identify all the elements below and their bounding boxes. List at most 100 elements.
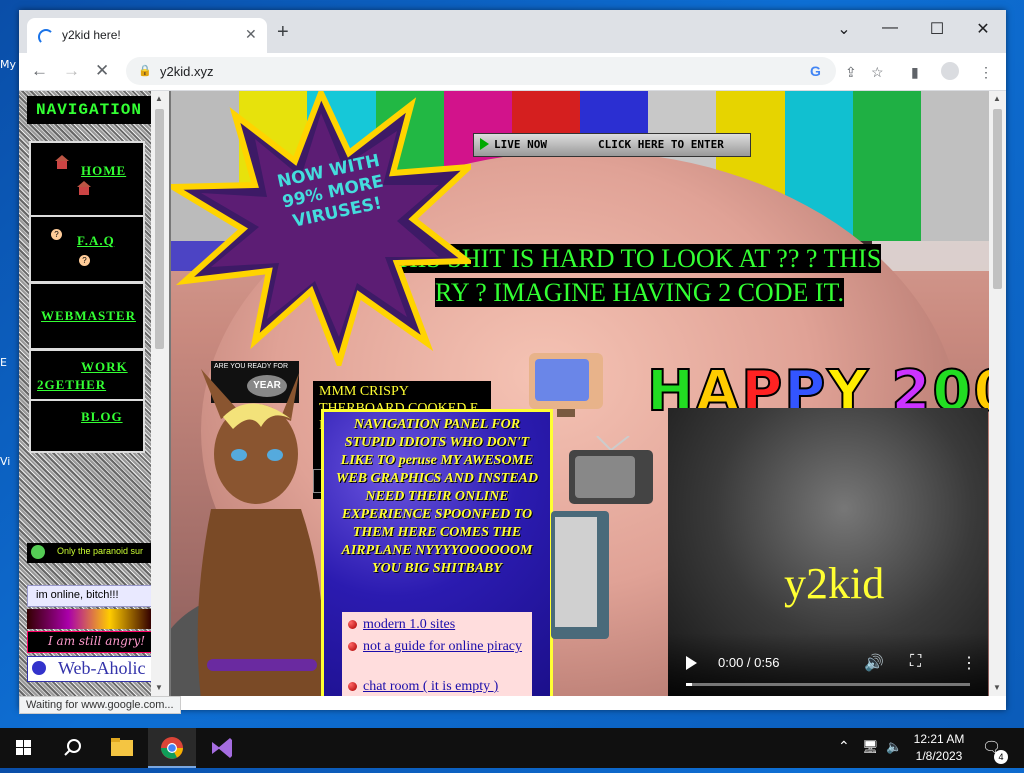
question-icon: ? bbox=[51, 229, 62, 240]
chrome-taskbar-button[interactable] bbox=[148, 728, 196, 768]
tab-search-icon[interactable]: ⌄ bbox=[829, 19, 859, 39]
character-waistband bbox=[207, 659, 317, 671]
loading-spinner-icon bbox=[38, 29, 54, 45]
click-enter-label[interactable]: CLICK HERE TO ENTER bbox=[598, 138, 724, 151]
google-icon[interactable]: G bbox=[810, 63, 821, 79]
profile-avatar-icon[interactable] bbox=[941, 62, 959, 80]
close-tab-icon[interactable]: ✕ bbox=[245, 26, 257, 43]
search-icon bbox=[64, 739, 81, 756]
panel-link-list: modern 1.0 sites not a guide for online … bbox=[342, 612, 532, 696]
nav-item-work2gether[interactable]: WORK 2GETHER bbox=[29, 349, 145, 399]
scrollbar-thumb[interactable] bbox=[155, 109, 164, 349]
bullet-icon bbox=[348, 682, 357, 691]
live-now-label: LIVE NOW bbox=[494, 138, 547, 151]
taskbar: ⌃ 🖥 🔈 12:21 AM 1/8/2023 🗨 4 bbox=[0, 728, 1024, 768]
visual-studio-icon bbox=[212, 738, 232, 758]
video-progress-bar[interactable] bbox=[686, 683, 970, 686]
network-icon[interactable]: 🖥 bbox=[862, 739, 879, 755]
webaholic-badge[interactable]: Web-Aholic bbox=[27, 656, 153, 682]
stop-loading-icon[interactable]: ✕ bbox=[95, 61, 109, 81]
navigation-frame: NAVIGATION HOME ? F.A.Q ? WEBMASTER WORK… bbox=[19, 91, 169, 696]
web-page: NAVIGATION HOME ? F.A.Q ? WEBMASTER WORK… bbox=[19, 91, 1006, 696]
nav-item-home[interactable]: HOME bbox=[29, 141, 145, 217]
scrollbar-thumb[interactable] bbox=[993, 109, 1002, 289]
badge-text: I am still angry! bbox=[48, 634, 146, 648]
play-icon[interactable] bbox=[686, 656, 697, 670]
nav-item-faq[interactable]: ? F.A.Q ? bbox=[29, 215, 145, 283]
flashy-badge[interactable] bbox=[27, 609, 151, 629]
browser-tab[interactable]: y2kid here! ✕ bbox=[27, 18, 267, 53]
close-window-button[interactable]: ✕ bbox=[968, 19, 998, 39]
volume-icon[interactable]: 🔊 bbox=[864, 653, 884, 673]
nav-item-label[interactable]: HOME bbox=[81, 163, 126, 179]
video-time: 0:00 / 0:56 bbox=[718, 655, 780, 670]
more-menu-icon[interactable]: ⋮ bbox=[979, 64, 993, 81]
headline-line: RY ? IMAGINE HAVING 2 CODE IT. bbox=[435, 278, 844, 307]
new-tab-button[interactable]: + bbox=[277, 22, 289, 42]
back-button[interactable]: ← bbox=[31, 61, 48, 81]
badge-text: Only the paranoid sur bbox=[57, 546, 144, 556]
nav-item-label[interactable]: 2GETHER bbox=[37, 377, 106, 393]
nav-item-label[interactable]: BLOG bbox=[81, 409, 123, 425]
browser-toolbar: ← → ✕ 🔒 y2kid.xyz G ⇪ ☆ ▮ ⋮ bbox=[19, 53, 1006, 91]
tab-title: y2kid here! bbox=[62, 28, 121, 42]
online-badge[interactable]: im online, bitch!!! bbox=[27, 585, 153, 607]
video-progress-fill bbox=[686, 683, 692, 686]
alien-icon bbox=[31, 545, 45, 559]
clock-time: 12:21 AM bbox=[913, 732, 965, 746]
chrome-icon bbox=[161, 737, 183, 759]
nav-item-label[interactable]: F.A.Q bbox=[77, 233, 115, 249]
page-scrollbar[interactable]: ▲ ▼ bbox=[989, 91, 1006, 696]
forward-button[interactable]: → bbox=[63, 61, 80, 81]
nav-item-label[interactable]: WORK bbox=[81, 359, 128, 375]
url-text[interactable]: y2kid.xyz bbox=[160, 64, 213, 79]
speaker-icon[interactable]: 🔈 bbox=[886, 739, 902, 755]
tab-strip: y2kid here! ✕ + ⌄ — ☐ ✕ bbox=[19, 10, 1006, 53]
scroll-down-icon[interactable]: ▼ bbox=[155, 683, 163, 692]
desktop-icon-label: E bbox=[0, 356, 7, 369]
nav-item-webmaster[interactable]: WEBMASTER bbox=[29, 282, 145, 350]
side-panel-icon[interactable]: ▮ bbox=[911, 64, 919, 81]
video-player[interactable]: y2kid 0:00 / 0:56 🔊 ⛶ ⋮ bbox=[668, 408, 988, 696]
badge-text: Web-Aholic bbox=[58, 658, 146, 678]
folder-icon bbox=[111, 738, 133, 756]
panel-link-text[interactable]: modern 1.0 sites bbox=[363, 616, 455, 634]
panel-link-text[interactable]: not a guide for online piracy bbox=[363, 638, 523, 656]
visual-studio-button[interactable] bbox=[198, 728, 246, 768]
minimize-button[interactable]: — bbox=[875, 19, 905, 37]
scroll-up-icon[interactable]: ▲ bbox=[993, 94, 1001, 103]
scroll-down-icon[interactable]: ▼ bbox=[993, 683, 1001, 692]
left-frame-scrollbar[interactable]: ▲ ▼ bbox=[151, 91, 169, 696]
navigation-panel: NAVIGATION PANEL FOR STUPID IDIOTS WHO D… bbox=[321, 409, 553, 696]
question-icon: ? bbox=[79, 255, 90, 266]
more-options-icon[interactable]: ⋮ bbox=[961, 653, 977, 673]
panel-link-text[interactable]: chat room ( it is empty ) bbox=[363, 678, 498, 696]
scroll-up-icon[interactable]: ▲ bbox=[155, 94, 163, 103]
paranoid-badge[interactable]: Only the paranoid sur bbox=[27, 543, 151, 563]
character-ear bbox=[281, 373, 299, 421]
nav-item-blog[interactable]: BLOG bbox=[29, 399, 145, 453]
file-explorer-button[interactable] bbox=[98, 728, 146, 768]
taskbar-clock[interactable]: 12:21 AM 1/8/2023 bbox=[908, 731, 970, 765]
lock-icon[interactable]: 🔒 bbox=[138, 64, 152, 77]
share-icon[interactable]: ⇪ bbox=[845, 64, 857, 81]
live-now-button[interactable]: LIVE NOW CLICK HERE TO ENTER bbox=[473, 133, 751, 157]
house-icon bbox=[77, 181, 91, 195]
angry-badge[interactable]: I am still angry! bbox=[27, 631, 153, 653]
address-bar[interactable]: 🔒 y2kid.xyz G bbox=[126, 57, 836, 85]
headline-marquee: HIS SHIT IS HARD TO LOOK AT ?? ? THIS RY… bbox=[399, 242, 959, 310]
retro-tv-graphic bbox=[569, 436, 653, 504]
character-illustration bbox=[171, 369, 331, 696]
search-button[interactable] bbox=[48, 728, 96, 768]
retro-tv-graphic bbox=[551, 511, 609, 639]
status-bubble: Waiting for www.google.com... bbox=[19, 696, 181, 714]
video-logo: y2kid bbox=[784, 559, 885, 608]
bookmark-star-icon[interactable]: ☆ bbox=[871, 64, 884, 81]
maximize-button[interactable]: ☐ bbox=[922, 19, 952, 39]
chevron-up-icon[interactable]: ⌃ bbox=[838, 738, 850, 755]
nav-item-label[interactable]: WEBMASTER bbox=[41, 308, 136, 324]
retro-tv-graphic bbox=[529, 353, 603, 417]
character-eye bbox=[231, 449, 247, 461]
start-button[interactable] bbox=[0, 728, 48, 768]
fullscreen-icon[interactable]: ⛶ bbox=[910, 653, 921, 671]
